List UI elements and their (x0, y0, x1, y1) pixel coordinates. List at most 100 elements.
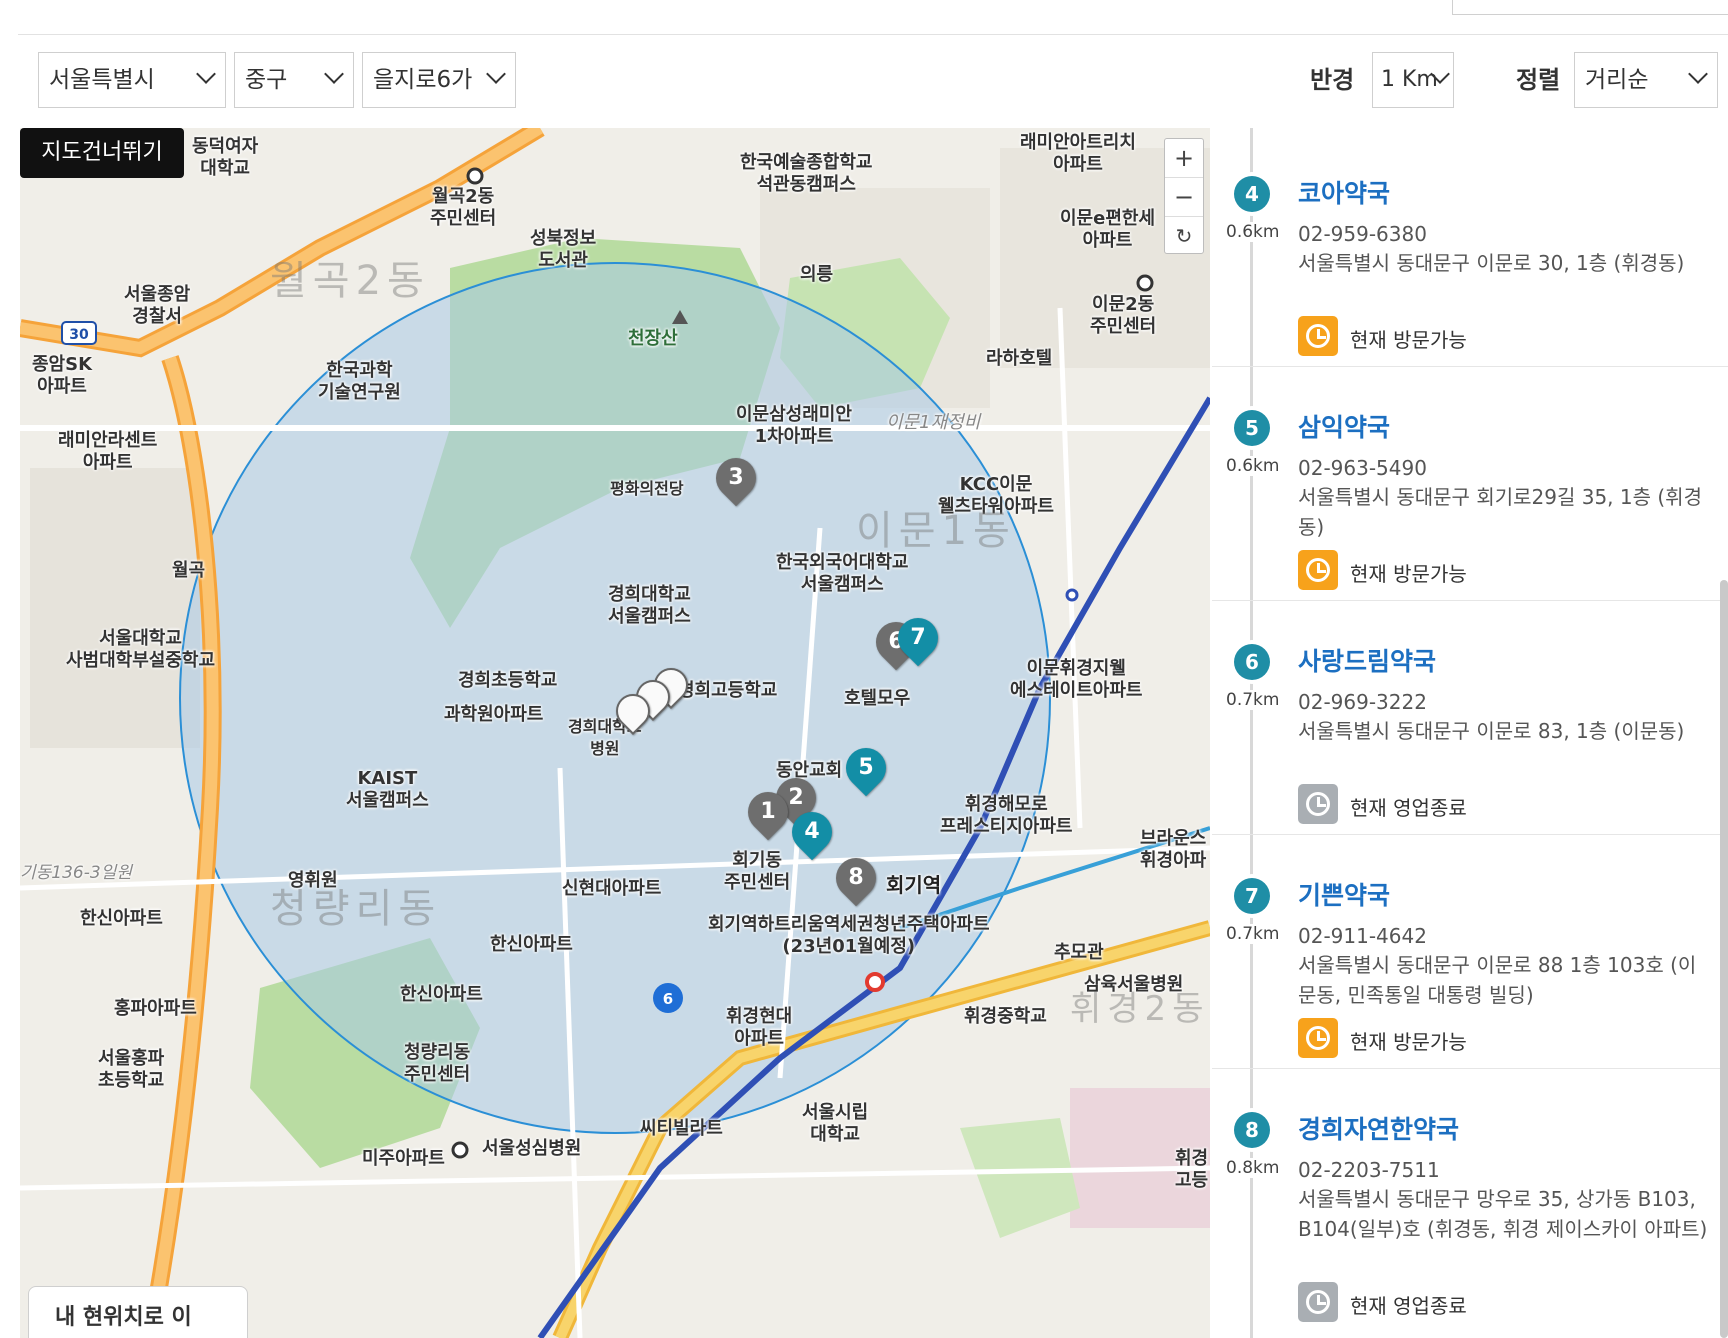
zoom-out-button[interactable]: − (1165, 177, 1203, 216)
distance: 0.8km (1226, 1158, 1280, 1178)
map-label: 서울대학교 사범대학부설중학교 (66, 628, 216, 671)
map-label: 씨티빌라트 (640, 1118, 723, 1139)
map-label: 휘경현대 아파트 (726, 1006, 793, 1049)
scrollbar[interactable] (1720, 580, 1728, 1338)
map-label: 의릉 (800, 264, 834, 285)
radius-select-value: 1 Km (1381, 67, 1438, 92)
list-item[interactable]: 5 0.6km 삼익약국 02-963-5490 서울특별시 동대문구 회기로2… (1212, 370, 1728, 601)
pharmacy-name[interactable]: 삼익약국 (1298, 408, 1390, 444)
map-marker[interactable]: 4 (783, 803, 841, 861)
chevron-down-icon (1688, 64, 1708, 84)
zoom-in-button[interactable]: + (1165, 139, 1203, 177)
pharmacy-name[interactable]: 경희자연한약국 (1298, 1110, 1459, 1146)
clock-icon (1298, 550, 1338, 590)
zoom-control: + − ↻ (1164, 138, 1204, 254)
dong-label: 월곡2동 (270, 258, 430, 304)
map-view[interactable]: 30 6 동덕여자 대학교 월곡2동 주민센터 성북정보 도서관 한국예술종합학교 석관… (20, 128, 1210, 1338)
list-item[interactable]: 8 0.8km 경희자연한약국 02-2203-7511 서울특별시 동대문구 … (1212, 1072, 1728, 1322)
list-item[interactable]: 6 0.7km 사랑드림약국 02-969-3222 서울특별시 동대문구 이문… (1212, 604, 1728, 835)
map-label: 서울종암 경찰서 (124, 284, 191, 327)
sort-select[interactable]: 거리순 (1574, 52, 1718, 108)
map-label: 래미안아트리치 아파트 (1020, 132, 1136, 175)
poi-circle (451, 1141, 469, 1159)
radius-select[interactable]: 1 Km (1372, 52, 1454, 108)
district-select[interactable]: 중구 (234, 52, 354, 108)
map-label: 경희고등학교 (678, 680, 778, 701)
chevron-down-icon (486, 64, 506, 84)
marker-number: 3 (728, 465, 744, 490)
map-marker[interactable]: 1 (739, 783, 797, 841)
pharmacy-address: 서울특별시 동대문구 회기로29길 35, 1층 (휘경동) (1298, 485, 1702, 539)
map-marker[interactable]: 5 (837, 739, 895, 797)
map-label: 브라운스 휘경아파 (1140, 828, 1207, 871)
map-label: 한국예술종합학교 석관동캠퍼스 (740, 152, 873, 195)
map-label: 미주아파트 (362, 1148, 445, 1169)
rank-badge: 4 (1234, 176, 1270, 212)
pharmacy-name[interactable]: 코아약국 (1298, 174, 1390, 210)
pharmacy-name[interactable]: 기쁜약국 (1298, 876, 1390, 912)
dong-label: 휘경2동 (1070, 989, 1210, 1029)
map-label: 한국외국어대학교 서울캠퍼스 (776, 552, 909, 595)
map-label: 회기동 주민센터 (724, 850, 791, 893)
pharmacy-phone: 02-959-6380 (1298, 222, 1427, 246)
city-select[interactable]: 서울특별시 (38, 52, 226, 108)
map-label: 경희대학교 서울캠퍼스 (608, 584, 691, 627)
marker-number: 5 (858, 755, 874, 780)
map-label: 휘경중학교 (964, 1006, 1047, 1027)
map-label: 한신아파트 (400, 984, 483, 1005)
map-label: 천장산 (628, 328, 678, 349)
distance: 0.7km (1226, 690, 1280, 710)
dong-select[interactable]: 을지로6가 (362, 52, 516, 108)
map-label: 월곡 (172, 560, 206, 581)
list-item[interactable]: 7 0.7km 기쁜약국 02-911-4642 서울특별시 동대문구 이문로 … (1212, 838, 1728, 1069)
map-label: 이문2동 주민센터 (1090, 294, 1157, 337)
list-item[interactable]: 4 0.6km 코아약국 02-959-6380 서울특별시 동대문구 이문로 … (1212, 136, 1728, 367)
sort-label: 정렬 (1516, 66, 1561, 94)
pharmacy-list: 4 0.6km 코아약국 02-959-6380 서울특별시 동대문구 이문로 … (1212, 128, 1728, 1338)
svg-text:30: 30 (69, 327, 89, 343)
pharmacy-name[interactable]: 사랑드림약국 (1298, 642, 1436, 678)
status-text: 현재 방문가능 (1350, 562, 1467, 586)
map-label: 서울성심병원 (482, 1138, 582, 1159)
pharmacy-phone: 02-2203-7511 (1298, 1158, 1440, 1182)
status-text: 현재 방문가능 (1350, 328, 1467, 352)
map-marker[interactable]: 8 (827, 849, 885, 907)
map-marker[interactable]: 3 (707, 449, 765, 507)
map-marker[interactable]: 7 (889, 609, 947, 667)
dong-label: 이문1동 (856, 508, 1016, 554)
radius-label: 반경 (1310, 66, 1355, 94)
marker-number: 8 (848, 865, 864, 890)
status-text: 현재 영업종료 (1350, 796, 1467, 820)
pharmacy-phone: 02-969-3222 (1298, 690, 1427, 714)
map-label: 평화의전당 (610, 479, 684, 498)
map-label: 종암SK 아파트 (32, 354, 93, 397)
clock-icon (1298, 316, 1338, 356)
marker-number: 4 (804, 819, 820, 844)
reset-icon[interactable]: ↻ (1165, 216, 1203, 255)
marker-number: 7 (910, 625, 926, 650)
map-label: 기동136-3일원 (20, 863, 132, 883)
my-location-button[interactable]: 내 현위치로 이 (28, 1286, 248, 1338)
map-label: 경희초등학교 (458, 670, 558, 691)
pharmacy-address: 서울특별시 동대문구 이문로 30, 1층 (휘경동) (1298, 251, 1685, 275)
map-label: 이문삼성래미안 1차아파트 (736, 404, 852, 447)
map-label: 회기역하트리움역세권청년주택아파트 (23년01월예정) (708, 914, 990, 957)
distance: 0.6km (1226, 456, 1280, 476)
pharmacy-address: 서울특별시 동대문구 망우로 35, 상가동 B103, B104(일부)호 (… (1298, 1187, 1708, 1241)
filter-bar: 서울특별시 중구 을지로6가 반경 1 Km 정렬 거리순 (0, 35, 1728, 125)
pharmacy-address: 서울특별시 동대문구 이문로 83, 1층 (이문동) (1298, 719, 1685, 743)
map-label: 월곡2동 주민센터 (430, 186, 497, 229)
rank-badge: 6 (1234, 644, 1270, 680)
distance: 0.7km (1226, 924, 1280, 944)
map-label: 한국과학 기술연구원 (318, 360, 401, 403)
station-hoegi (865, 972, 885, 992)
skip-map-button[interactable]: 지도건너뛰기 (20, 128, 184, 178)
chevron-down-icon (324, 64, 344, 84)
city-select-value: 서울특별시 (49, 67, 155, 93)
map-label: 성북정보 도서관 (530, 228, 597, 271)
rank-badge: 7 (1234, 878, 1270, 914)
map-label: 추모관 (1054, 942, 1104, 963)
chevron-down-icon (196, 64, 216, 84)
map-label: 서울홍파 초등학교 (98, 1048, 165, 1091)
map-label: 청량리동 주민센터 (404, 1042, 471, 1085)
